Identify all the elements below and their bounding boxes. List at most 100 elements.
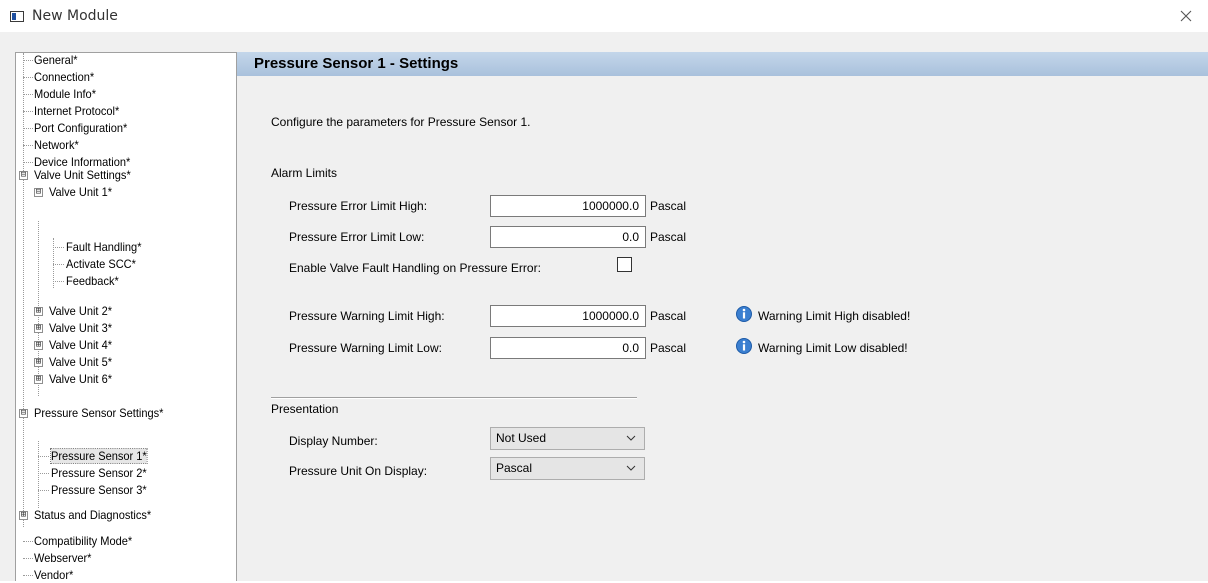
tree-item-connection[interactable]: Connection* [34, 70, 94, 85]
tree-item-internet-protocol[interactable]: Internet Protocol* [34, 104, 119, 119]
tree-item-pressure-sensor-settings[interactable]: Pressure Sensor Settings* [34, 406, 163, 421]
tree-item-label: Pressure Sensor Settings* [34, 406, 164, 420]
tree-connector [23, 60, 33, 61]
warning-limit-high-input[interactable]: 1000000.0 [490, 305, 646, 327]
tree-item-label: Valve Unit 4* [49, 338, 113, 352]
tree-item-label: Valve Unit 2* [49, 304, 113, 318]
tree-item-label: Device Information* [34, 155, 131, 169]
tree-connector [23, 145, 33, 146]
tree-connector [23, 53, 24, 527]
collapse-icon[interactable]: ⊟ [19, 409, 28, 418]
tree-item-label: Activate SCC* [66, 257, 136, 271]
chevron-down-icon [626, 465, 636, 471]
tree-item-network[interactable]: Network* [34, 138, 79, 153]
tree-connector [23, 541, 33, 542]
chevron-down-icon [626, 435, 636, 441]
panel-header: Pressure Sensor 1 - Settings [237, 52, 1208, 76]
tree-item-valve-unit-settings[interactable]: Valve Unit Settings* [34, 168, 131, 183]
tree-connector [23, 94, 33, 95]
page-title: Pressure Sensor 1 - Settings [254, 55, 459, 72]
tree-item-label: Pressure Sensor 2* [51, 466, 147, 480]
warning-limit-low-note: Warning Limit Low disabled! [758, 341, 908, 355]
warning-limit-low-label: Pressure Warning Limit Low: [289, 341, 442, 355]
pressure-unit-select[interactable]: Pascal [490, 457, 645, 480]
presentation-heading: Presentation [271, 402, 339, 416]
close-icon [1180, 10, 1192, 22]
tree-item-valve-unit-1[interactable]: Valve Unit 1* [49, 185, 112, 200]
tree-connector [23, 111, 33, 112]
tree-item-pressure-sensor-1[interactable]: Pressure Sensor 1* [50, 448, 148, 464]
dialog-client-area: ⊟ ⊟ ⊞ ⊞ ⊞ ⊞ ⊞ ⊟ ⊞ General* Connection* M… [0, 32, 1208, 582]
tree-item-label: Valve Unit 5* [49, 355, 113, 369]
tree-connector [23, 77, 33, 78]
error-limit-low-unit: Pascal [650, 230, 687, 244]
pressure-unit-value: Pascal [496, 461, 533, 475]
tree-connector [23, 558, 33, 559]
collapse-icon[interactable]: ⊟ [34, 188, 43, 197]
tree-item-webserver[interactable]: Webserver* [34, 551, 91, 566]
tree-item-activate-scc[interactable]: Activate SCC* [66, 257, 136, 272]
warning-limit-low-input[interactable]: 0.0 [490, 337, 646, 359]
error-limit-high-input[interactable]: 1000000.0 [490, 195, 646, 217]
expand-icon[interactable]: ⊞ [34, 324, 43, 333]
info-icon [736, 306, 752, 322]
tree-item-valve-unit-3[interactable]: Valve Unit 3* [49, 321, 112, 336]
tree-item-label: Network* [34, 138, 79, 152]
expand-icon[interactable]: ⊞ [34, 358, 43, 367]
tree-item-pressure-sensor-3[interactable]: Pressure Sensor 3* [51, 483, 147, 498]
tree-item-valve-unit-2[interactable]: Valve Unit 2* [49, 304, 112, 319]
tree-item-valve-unit-4[interactable]: Valve Unit 4* [49, 338, 112, 353]
tree-connector [53, 281, 64, 282]
warning-limit-low-unit: Pascal [650, 341, 687, 355]
tree-item-label: Feedback* [66, 274, 119, 288]
tree-item-compatibility-mode[interactable]: Compatibility Mode* [34, 534, 132, 549]
expand-icon[interactable]: ⊞ [34, 375, 43, 384]
tree-item-module-info[interactable]: Module Info* [34, 87, 96, 102]
tree-item-label: Compatibility Mode* [34, 534, 133, 548]
tree-connector [53, 264, 64, 265]
tree-item-label: Pressure Sensor 3* [51, 483, 147, 497]
tree-item-label: Valve Unit 6* [49, 372, 113, 386]
module-window-icon [10, 11, 24, 22]
collapse-icon[interactable]: ⊟ [19, 171, 28, 180]
tree-item-label: Port Configuration* [34, 121, 128, 135]
error-limit-low-label: Pressure Error Limit Low: [289, 230, 425, 244]
tree-item-valve-unit-6[interactable]: Valve Unit 6* [49, 372, 112, 387]
expand-icon[interactable]: ⊞ [19, 511, 28, 520]
pressure-unit-label: Pressure Unit On Display: [289, 464, 428, 478]
tree-connector [38, 490, 49, 491]
tree-item-label: Module Info* [34, 87, 96, 101]
section-divider [271, 397, 637, 399]
tree-item-label: Valve Unit Settings* [34, 168, 131, 182]
expand-icon[interactable]: ⊞ [34, 341, 43, 350]
tree-connector [38, 441, 39, 508]
alarm-limits-heading: Alarm Limits [271, 166, 338, 180]
tree-item-label: Pressure Sensor 1* [50, 448, 148, 464]
tree-item-valve-unit-5[interactable]: Valve Unit 5* [49, 355, 112, 370]
warning-limit-high-label: Pressure Warning Limit High: [289, 309, 445, 323]
tree-item-status-and-diagnostics[interactable]: Status and Diagnostics* [34, 508, 151, 523]
tree-connector [38, 456, 49, 457]
tree-connector [23, 575, 33, 576]
title-bar: New Module [0, 0, 1208, 32]
tree-item-fault-handling[interactable]: Fault Handling* [66, 240, 141, 255]
tree-connector [23, 128, 33, 129]
close-button[interactable] [1172, 4, 1200, 28]
tree-item-label: Internet Protocol* [34, 104, 120, 118]
warning-limit-high-unit: Pascal [650, 309, 687, 323]
display-number-select[interactable]: Not Used [490, 427, 645, 450]
tree-item-label: Valve Unit 3* [49, 321, 113, 335]
tree-item-general[interactable]: General* [34, 53, 78, 68]
tree-connector [23, 162, 33, 163]
category-tree[interactable]: ⊟ ⊟ ⊞ ⊞ ⊞ ⊞ ⊞ ⊟ ⊞ General* Connection* M… [15, 52, 237, 582]
tree-item-label: Connection* [34, 70, 95, 84]
tree-item-feedback[interactable]: Feedback* [66, 274, 119, 289]
tree-item-pressure-sensor-2[interactable]: Pressure Sensor 2* [51, 466, 147, 481]
info-icon [736, 338, 752, 354]
error-limit-low-input[interactable]: 0.0 [490, 226, 646, 248]
tree-item-label: Webserver* [34, 551, 92, 565]
expand-icon[interactable]: ⊞ [34, 307, 43, 316]
tree-item-port-configuration[interactable]: Port Configuration* [34, 121, 127, 136]
enable-fault-handling-checkbox[interactable] [617, 257, 632, 272]
window-title: New Module [32, 8, 118, 24]
